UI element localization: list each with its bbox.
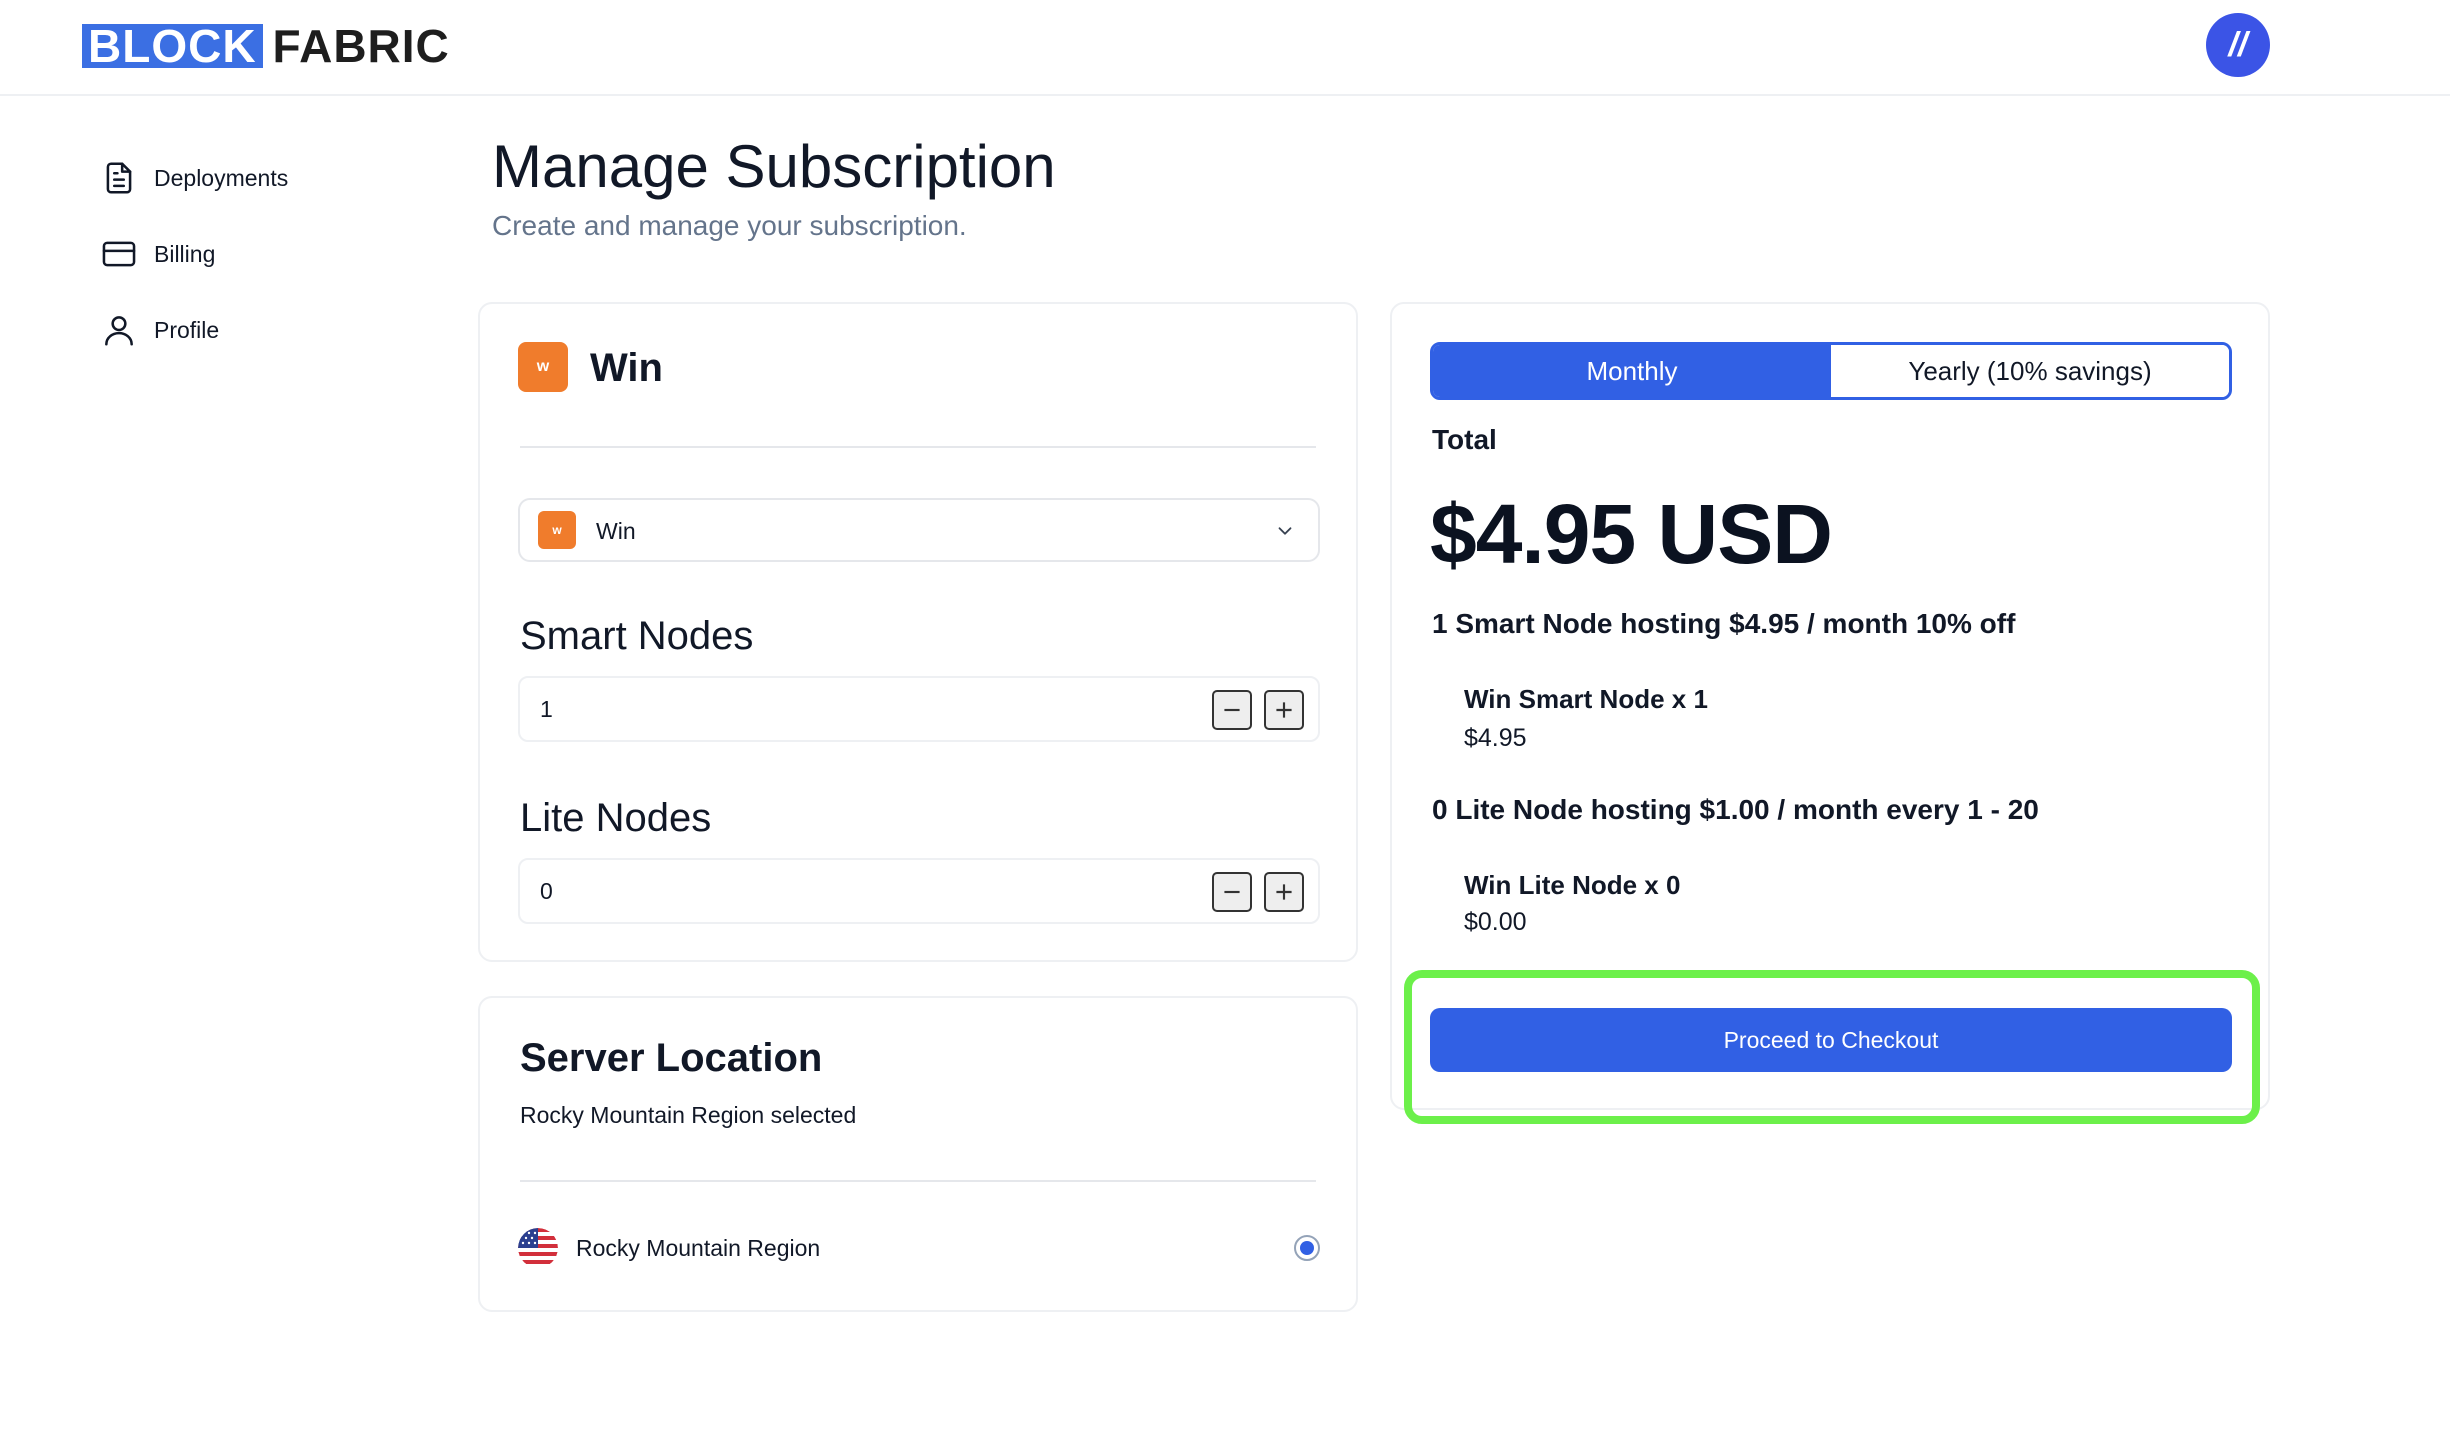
- total-amount: $4.95 USD: [1430, 487, 1833, 581]
- radio-selected-dot: [1300, 1241, 1314, 1255]
- smart-node-line-price: $4.95: [1464, 724, 1527, 752]
- page-subtitle: Create and manage your subscription.: [492, 210, 967, 241]
- sidebar-item-label: Deployments: [154, 164, 289, 191]
- region-option-rocky-mountain[interactable]: Rocky Mountain Region: [518, 1220, 1320, 1276]
- document-icon: [106, 162, 132, 194]
- logo-block-text: BLOCK: [82, 23, 263, 69]
- server-location-subtitle: Rocky Mountain Region selected: [520, 1102, 857, 1128]
- lite-nodes-decrement-button[interactable]: [1212, 872, 1252, 912]
- chevron-down-icon: [1278, 527, 1292, 535]
- divider: [520, 446, 1316, 448]
- project-badge-text: w: [552, 523, 562, 537]
- toggle-monthly[interactable]: Monthly: [1433, 345, 1831, 397]
- lite-node-line-price: $0.00: [1464, 908, 1527, 936]
- sidebar-item-profile[interactable]: Profile: [100, 292, 420, 368]
- total-label: Total: [1432, 424, 1497, 455]
- credit-card-icon: [102, 241, 136, 267]
- server-location-card: Server Location Rocky Mountain Region se…: [478, 996, 1358, 1312]
- lite-node-line-item: Win Lite Node x 0: [1464, 870, 1681, 900]
- project-badge-icon: w: [538, 511, 576, 549]
- project-select[interactable]: w Win: [518, 498, 1320, 562]
- sidebar-item-label: Billing: [154, 240, 216, 267]
- lite-node-pricing-heading: 0 Lite Node hosting $1.00 / month every …: [1432, 794, 2039, 825]
- region-name: Rocky Mountain Region: [576, 1235, 821, 1261]
- us-flag-icon: [518, 1228, 558, 1268]
- sidebar-item-label: Profile: [154, 316, 220, 343]
- order-summary-card: Monthly Yearly (10% savings) Total $4.95…: [1390, 302, 2270, 1110]
- proceed-to-checkout-button[interactable]: Proceed to Checkout: [1430, 1008, 2232, 1072]
- smart-nodes-decrement-button[interactable]: [1212, 690, 1252, 730]
- server-location-title: Server Location: [520, 1036, 823, 1080]
- smart-node-pricing-heading: 1 Smart Node hosting $4.95 / month 10% o…: [1432, 608, 2016, 639]
- billing-period-toggle: Monthly Yearly (10% savings): [1430, 342, 2232, 400]
- region-radio[interactable]: [1294, 1235, 1320, 1261]
- logo-fabric-text: FABRIC: [272, 20, 450, 72]
- lite-nodes-increment-button[interactable]: [1264, 872, 1304, 912]
- user-icon: [105, 316, 133, 346]
- smart-nodes-stepper[interactable]: 1: [518, 676, 1320, 742]
- minus-icon: [1224, 708, 1240, 712]
- smart-nodes-increment-button[interactable]: [1264, 690, 1304, 730]
- smart-nodes-label: Smart Nodes: [520, 614, 754, 658]
- divider: [520, 1180, 1316, 1182]
- lite-nodes-value: 0: [540, 878, 553, 904]
- smart-node-line-item: Win Smart Node x 1: [1464, 684, 1708, 714]
- project-select-value: Win: [596, 518, 636, 544]
- top-header: BLOCK FABRIC //: [0, 0, 2450, 96]
- smart-nodes-value: 1: [540, 696, 553, 722]
- block-fabric-logo[interactable]: BLOCK FABRIC: [82, 20, 450, 72]
- node-config-card: w Win w Win Smart Nodes 1 Lite Nodes 0: [478, 302, 1358, 962]
- plus-icon: [1276, 884, 1292, 900]
- avatar-text: //: [2228, 25, 2248, 64]
- plus-icon: [1276, 702, 1292, 718]
- minus-icon: [1224, 890, 1240, 894]
- user-avatar[interactable]: //: [2206, 13, 2270, 77]
- toggle-yearly[interactable]: Yearly (10% savings): [1831, 345, 2229, 397]
- project-title: Win: [590, 346, 663, 390]
- sidebar-nav: Deployments Billing Profile: [100, 140, 420, 368]
- lite-nodes-stepper[interactable]: 0: [518, 858, 1320, 924]
- sidebar-item-deployments[interactable]: Deployments: [100, 140, 420, 216]
- project-badge-text: w: [536, 358, 550, 375]
- page-title: Manage Subscription: [492, 133, 1056, 200]
- lite-nodes-label: Lite Nodes: [520, 796, 712, 840]
- sidebar-item-billing[interactable]: Billing: [100, 216, 420, 292]
- project-badge-icon: w: [518, 342, 568, 392]
